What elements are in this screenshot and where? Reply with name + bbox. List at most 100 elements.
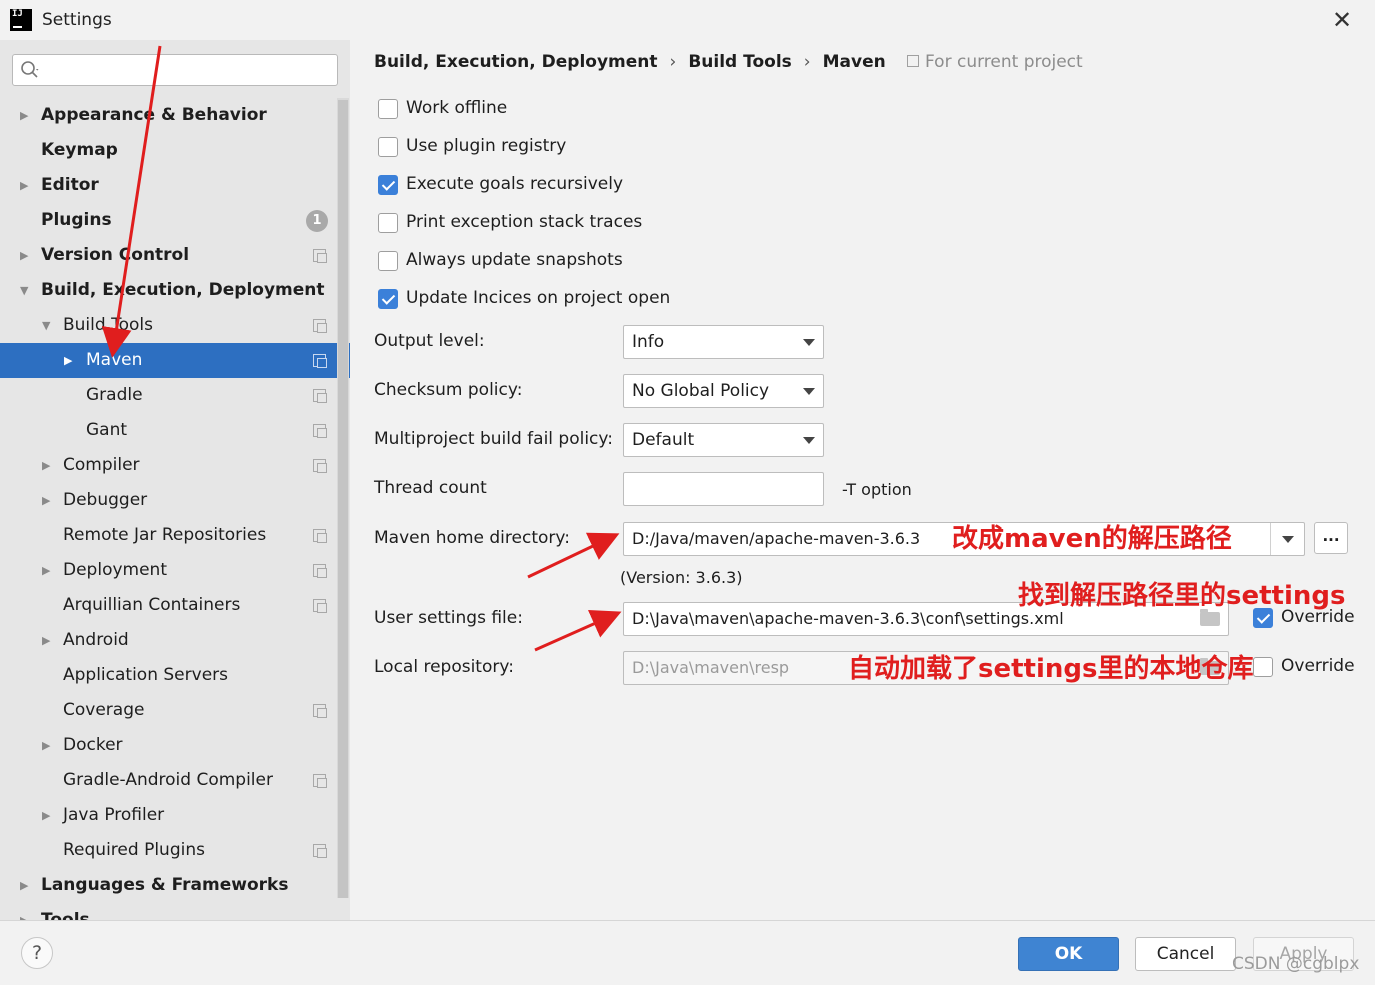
override-checkbox[interactable] bbox=[1253, 657, 1273, 677]
project-scope-icon bbox=[313, 424, 327, 438]
sidebar-item-arquillian-containers[interactable]: Arquillian Containers bbox=[0, 588, 336, 623]
sidebar-item-label: Gradle-Android Compiler bbox=[63, 770, 273, 790]
sidebar-item-gradle-android-compiler[interactable]: Gradle-Android Compiler bbox=[0, 763, 336, 798]
input-value: D:\Java\maven\apache-maven-3.6.3\conf\se… bbox=[632, 609, 1064, 628]
project-scope-icon bbox=[907, 55, 919, 67]
browse-button[interactable]: ... bbox=[1314, 522, 1348, 554]
sidebar-item-keymap[interactable]: Keymap bbox=[0, 133, 336, 168]
maven-home-dropdown-button[interactable] bbox=[1270, 523, 1304, 555]
collapsed-arrow-icon[interactable]: ▶ bbox=[20, 98, 28, 133]
local-repo-label: Local repository: bbox=[374, 657, 514, 677]
sidebar-item-version-control[interactable]: ▶ Version Control bbox=[0, 238, 336, 273]
help-button[interactable]: ? bbox=[21, 937, 53, 969]
sidebar-item-required-plugins[interactable]: Required Plugins bbox=[0, 833, 336, 868]
sidebar-item-coverage[interactable]: Coverage bbox=[0, 693, 336, 728]
sidebar-item-label: Gant bbox=[86, 420, 128, 440]
update-snapshots-checkbox[interactable] bbox=[378, 251, 398, 271]
sidebar-item-debugger[interactable]: ▶ Debugger bbox=[0, 483, 336, 518]
collapsed-arrow-icon[interactable]: ▶ bbox=[42, 728, 50, 763]
collapsed-arrow-icon[interactable]: ▶ bbox=[20, 168, 28, 203]
search-input[interactable] bbox=[12, 54, 338, 86]
collapsed-arrow-icon[interactable]: ▶ bbox=[42, 553, 50, 588]
sidebar-item-plugins[interactable]: Plugins 1 bbox=[0, 203, 336, 238]
sidebar-item-docker[interactable]: ▶ Docker bbox=[0, 728, 336, 763]
close-button[interactable]: ✕ bbox=[1328, 6, 1356, 34]
input-value: D:/Java/maven/apache-maven-3.6.3 bbox=[632, 529, 921, 548]
project-scope-icon bbox=[313, 249, 327, 263]
checkbox-label: Always update snapshots bbox=[406, 250, 623, 270]
checkbox-label: Update Incices on project open bbox=[406, 288, 671, 308]
breadcrumb-item: Maven bbox=[822, 52, 886, 72]
expanded-arrow-icon[interactable]: ▼ bbox=[42, 308, 50, 343]
work-offline-checkbox[interactable] bbox=[378, 99, 398, 119]
ok-button[interactable]: OK bbox=[1018, 937, 1119, 971]
sidebar-item-application-servers[interactable]: Application Servers bbox=[0, 658, 336, 693]
checksum-policy-select[interactable]: No Global Policy bbox=[623, 374, 824, 408]
output-level-select[interactable]: Info bbox=[623, 325, 824, 359]
dropdown-arrow-icon bbox=[803, 339, 815, 346]
collapsed-arrow-icon[interactable]: ▶ bbox=[42, 623, 50, 658]
maven-home-label: Maven home directory: bbox=[374, 528, 570, 548]
sidebar-item-gradle[interactable]: Gradle bbox=[0, 378, 336, 413]
fail-policy-select[interactable]: Default bbox=[623, 423, 824, 457]
collapsed-arrow-icon[interactable]: ▶ bbox=[42, 798, 50, 833]
breadcrumb-item[interactable]: Build Tools bbox=[688, 52, 791, 72]
maven-settings-panel: Build, Execution, Deployment › Build Tools… bbox=[350, 40, 1375, 920]
sidebar-item-build-execution-deployment[interactable]: ▼ Build, Execution, Deployment bbox=[0, 273, 336, 308]
collapsed-arrow-icon[interactable]: ▶ bbox=[64, 343, 72, 378]
sidebar-item-build-tools[interactable]: ▼ Build Tools bbox=[0, 308, 336, 343]
sidebar-item-label: Remote Jar Repositories bbox=[63, 525, 267, 545]
sidebar-item-remote-jar-repositories[interactable]: Remote Jar Repositories bbox=[0, 518, 336, 553]
sidebar-item-label: Plugins bbox=[41, 210, 112, 230]
intellij-logo-icon: IJ bbox=[10, 9, 32, 31]
print-stack-traces-checkbox[interactable] bbox=[378, 213, 398, 233]
update-count-badge: 1 bbox=[306, 210, 328, 232]
sidebar-item-android[interactable]: ▶ Android bbox=[0, 623, 336, 658]
logo-text: IJ bbox=[12, 9, 23, 19]
sidebar-item-label: Gradle bbox=[86, 385, 143, 405]
sidebar-item-label: Build, Execution, Deployment bbox=[41, 280, 325, 300]
cancel-button[interactable]: Cancel bbox=[1135, 937, 1236, 971]
window-title: Settings bbox=[42, 10, 112, 30]
annotation-local-repo: 自动加载了settings里的本地仓库 bbox=[848, 654, 1254, 684]
sidebar-item-label: Deployment bbox=[63, 560, 167, 580]
sidebar-item-maven[interactable]: ▶ Maven bbox=[0, 343, 350, 378]
dropdown-arrow-icon bbox=[803, 437, 815, 444]
input-value: D:\Java\maven\resp bbox=[632, 658, 790, 677]
collapsed-arrow-icon[interactable]: ▶ bbox=[20, 868, 28, 903]
sidebar-item-appearance-behavior[interactable]: ▶ Appearance & Behavior bbox=[0, 98, 336, 133]
folder-icon[interactable] bbox=[1200, 609, 1220, 626]
collapsed-arrow-icon[interactable]: ▶ bbox=[20, 903, 28, 920]
sidebar-item-label: Required Plugins bbox=[63, 840, 205, 860]
scrollbar-thumb[interactable] bbox=[338, 100, 348, 898]
project-scope-icon bbox=[313, 774, 327, 788]
collapsed-arrow-icon[interactable]: ▶ bbox=[42, 448, 50, 483]
scope-label: For current project bbox=[925, 52, 1083, 72]
annotation-maven-path: 改成maven的解压路径 bbox=[952, 524, 1232, 554]
checkbox-label: Print exception stack traces bbox=[406, 212, 643, 232]
plugin-registry-checkbox[interactable] bbox=[378, 137, 398, 157]
sidebar-item-compiler[interactable]: ▶ Compiler bbox=[0, 448, 336, 483]
output-level-label: Output level: bbox=[374, 331, 485, 351]
thread-count-input[interactable] bbox=[623, 472, 824, 506]
sidebar-item-tools[interactable]: ▶ Tools bbox=[0, 903, 336, 920]
expanded-arrow-icon[interactable]: ▼ bbox=[20, 273, 28, 308]
select-value: Default bbox=[632, 430, 695, 450]
collapsed-arrow-icon[interactable]: ▶ bbox=[42, 483, 50, 518]
execute-recursively-checkbox[interactable] bbox=[378, 175, 398, 195]
sidebar-item-label: Languages & Frameworks bbox=[41, 875, 289, 895]
sidebar-item-java-profiler[interactable]: ▶ Java Profiler bbox=[0, 798, 336, 833]
sidebar-item-languages-frameworks[interactable]: ▶ Languages & Frameworks bbox=[0, 868, 336, 903]
checkbox-label: Use plugin registry bbox=[406, 136, 567, 156]
sidebar-item-editor[interactable]: ▶ Editor bbox=[0, 168, 336, 203]
sidebar-scrollbar[interactable] bbox=[337, 98, 349, 898]
settings-sidebar: ▶ Appearance & Behavior Keymap ▶ Editor Plugi… bbox=[0, 40, 350, 920]
breadcrumb-item[interactable]: Build, Execution, Deployment bbox=[374, 52, 658, 72]
sidebar-item-gant[interactable]: Gant bbox=[0, 413, 336, 448]
collapsed-arrow-icon[interactable]: ▶ bbox=[20, 238, 28, 273]
sidebar-item-label: Version Control bbox=[41, 245, 190, 265]
sidebar-item-label: Debugger bbox=[63, 490, 148, 510]
sidebar-item-deployment[interactable]: ▶ Deployment bbox=[0, 553, 336, 588]
update-indices-checkbox[interactable] bbox=[378, 289, 398, 309]
thread-option-hint: -T option bbox=[842, 480, 912, 499]
